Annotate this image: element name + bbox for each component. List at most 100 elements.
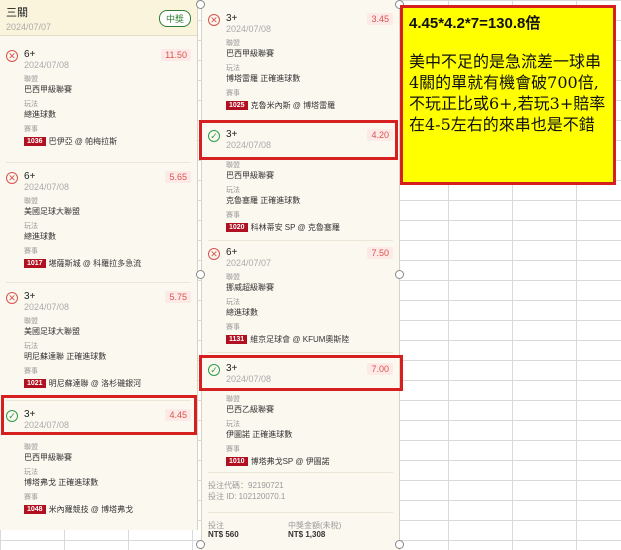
play-label: 玩法	[24, 223, 38, 230]
play-value: 總進球數	[24, 110, 56, 119]
pick-odds: 7.50	[367, 247, 393, 259]
match-teams: 維京足球會 @ KFUM奧斯陸	[250, 335, 350, 344]
pick-item: ✕ 3+ 2024/07/08 5.75 聯盟 美國足球大聯盟 玩法 明尼蘇達聯…	[0, 288, 197, 389]
match-teams: 克魯米內斯 @ 博塔雷羅	[250, 101, 336, 110]
highlight-box	[1, 395, 197, 435]
resize-handle[interactable]	[196, 540, 205, 549]
match-teams: 米內羅競技 @ 博塔弗戈	[48, 505, 134, 514]
play-label: 玩法	[226, 187, 240, 194]
match-label: 賽事	[226, 212, 240, 219]
play-value: 明尼蘇達聯 正確進球數	[24, 352, 107, 361]
play-value: 博塔雷羅 正確進球數	[226, 74, 301, 83]
pick-item: ✕ 6+ 2024/07/07 7.50 聯盟 挪威超級聯賽 玩法 總進球數 賽…	[202, 244, 399, 345]
match-teams: 巴伊亞 @ 帕梅拉斯	[48, 137, 118, 146]
play-value: 克魯塞羅 正確進球數	[226, 196, 301, 205]
play-value: 伊圖諾 正確進球數	[226, 430, 293, 439]
match-label: 賽事	[24, 368, 38, 375]
league-label: 聯盟	[24, 318, 38, 325]
highlight-box	[199, 355, 403, 391]
play-value: 博塔弗戈 正確進球數	[24, 478, 99, 487]
ticket-header: 三關 2024/07/07 中獎	[0, 0, 197, 36]
match-label: 賽事	[226, 90, 240, 97]
note-text: 美中不足的是急流差一球串4關的單就有機會破700倍,不玩正比或6+,若玩3+賠率…	[409, 52, 606, 134]
match-number: 1036	[24, 137, 46, 146]
match-label: 賽事	[226, 446, 240, 453]
match-number: 1020	[226, 223, 248, 232]
resize-handle[interactable]	[395, 270, 404, 279]
play-label: 玩法	[24, 343, 38, 350]
divider	[6, 282, 191, 283]
highlight-box	[199, 120, 398, 160]
play-value: 總進球數	[226, 308, 258, 317]
pick-odds: 5.75	[165, 291, 191, 303]
lost-icon: ✕	[6, 292, 18, 304]
pick-odds: 3.45	[367, 13, 393, 25]
match-number: 1017	[24, 259, 46, 268]
pick-odds: 11.50	[161, 49, 191, 61]
league-value: 巴西乙級聯賽	[226, 405, 274, 414]
lost-icon: ✕	[6, 172, 18, 184]
match-teams: 博塔弗戈SP @ 伊圖諾	[250, 457, 330, 466]
match-number: 1131	[226, 335, 248, 344]
league-value: 美國足球大聯盟	[24, 327, 80, 336]
league-value: 巴西甲級聯賽	[226, 171, 274, 180]
match-number: 1048	[24, 505, 46, 514]
league-label: 聯盟	[226, 274, 240, 281]
lost-icon: ✕	[208, 248, 220, 260]
match-label: 賽事	[24, 494, 38, 501]
play-label: 玩法	[24, 469, 38, 476]
pick-date: 2024/07/07	[226, 258, 272, 268]
resize-handle[interactable]	[196, 270, 205, 279]
match-teams: 科林蒂安 SP @ 克魯塞羅	[250, 223, 340, 232]
league-value: 巴西甲級聯賽	[24, 453, 72, 462]
resize-handle[interactable]	[196, 0, 205, 9]
play-value: 總進球數	[24, 232, 56, 241]
bet-code: 投注代碼：92190721	[208, 481, 284, 490]
play-label: 玩法	[24, 101, 38, 108]
league-value: 巴西甲級聯賽	[24, 85, 72, 94]
pick-odds: 5.65	[165, 171, 191, 183]
pick-date: 2024/07/08	[24, 302, 70, 312]
match-teams: 明尼蘇達聯 @ 洛杉磯銀河	[48, 379, 142, 388]
pick-item: ✕ 6+ 2024/07/08 11.50 聯盟 巴西甲級聯賽 玩法 總進球數 …	[0, 46, 197, 147]
league-label: 聯盟	[226, 396, 240, 403]
ticket-panel-left: 三關 2024/07/07 中獎 ✕ 6+ 2024/07/08 11.50 聯…	[0, 0, 198, 530]
ticket-panel-middle: ✕ 3+ 2024/07/08 3.45 聯盟 巴西甲級聯賽 玩法 博塔雷羅 正…	[201, 0, 400, 550]
match-label: 賽事	[24, 248, 38, 255]
league-label: 聯盟	[24, 444, 38, 451]
divider	[208, 472, 393, 473]
play-label: 玩法	[226, 421, 240, 428]
league-value: 美國足球大聯盟	[24, 207, 80, 216]
lost-icon: ✕	[6, 50, 18, 62]
league-label: 聯盟	[226, 40, 240, 47]
divider	[208, 352, 393, 353]
lost-icon: ✕	[208, 14, 220, 26]
stake-value: NT$ 560	[208, 530, 239, 539]
pick-item: ✕ 3+ 2024/07/08 3.45 聯盟 巴西甲級聯賽 玩法 博塔雷羅 正…	[202, 10, 399, 111]
resize-handle[interactable]	[395, 540, 404, 549]
play-label: 玩法	[226, 65, 240, 72]
match-number: 1010	[226, 457, 248, 466]
league-label: 聯盟	[24, 198, 38, 205]
pick-date: 2024/07/08	[226, 24, 272, 34]
league-value: 挪威超級聯賽	[226, 283, 274, 292]
win-badge: 中獎	[158, 10, 191, 27]
league-label: 聯盟	[24, 76, 38, 83]
annotation-note: 4.45*4.2*7=130.8倍 美中不足的是急流差一球串4關的單就有機會破7…	[400, 5, 616, 185]
pick-item: ✕ 6+ 2024/07/08 5.65 聯盟 美國足球大聯盟 玩法 總進球數 …	[0, 168, 197, 269]
league-value: 巴西甲級聯賽	[226, 49, 274, 58]
odds-formula: 4.45*4.2*7=130.8倍	[409, 15, 541, 32]
payout-value: NT$ 1,308	[288, 530, 326, 539]
play-label: 玩法	[226, 299, 240, 306]
divider	[208, 512, 393, 513]
bet-id: 投注 ID: 102120070.1	[208, 492, 286, 501]
match-number: 1021	[24, 379, 46, 388]
match-number: 1025	[226, 101, 248, 110]
divider	[208, 240, 393, 241]
pick-date: 2024/07/08	[24, 60, 70, 70]
divider	[6, 162, 191, 163]
match-label: 賽事	[24, 126, 38, 133]
match-teams: 堪薩斯城 @ 科羅拉多急流	[48, 259, 142, 268]
pick-date: 2024/07/08	[24, 182, 70, 192]
match-label: 賽事	[226, 324, 240, 331]
